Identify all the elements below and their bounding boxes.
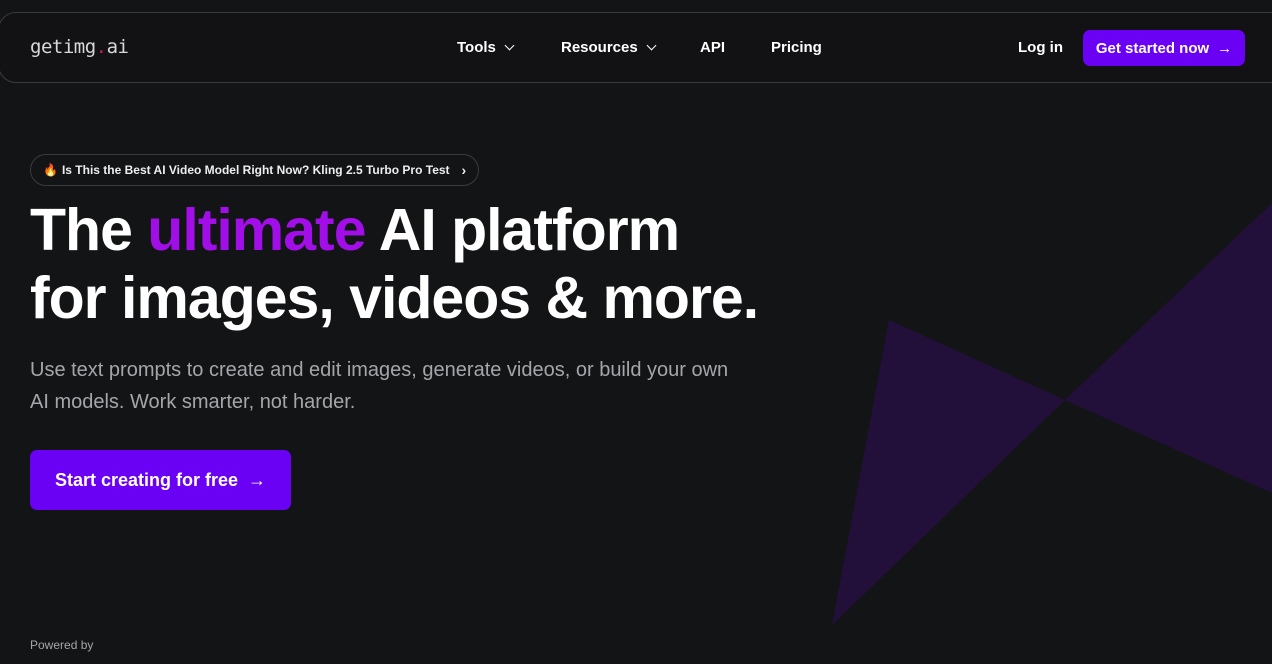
get-started-label: Get started now: [1096, 40, 1209, 57]
triangle-right: [1065, 203, 1272, 493]
title-line2: for images, videos & more.: [30, 265, 758, 331]
hero-title: The ultimate AI platformfor images, vide…: [30, 196, 758, 332]
nav-resources-label: Resources: [561, 39, 638, 56]
title-accent: ultimate: [147, 197, 365, 263]
logo-dot: .: [96, 36, 107, 58]
announcement-badge[interactable]: 🔥 Is This the Best AI Video Model Right N…: [30, 154, 479, 186]
start-creating-button[interactable]: Start creating for free →: [30, 450, 291, 510]
logo[interactable]: getimg.ai: [30, 36, 128, 58]
get-started-button[interactable]: Get started now →: [1083, 30, 1245, 66]
nav-tools-label: Tools: [457, 39, 496, 56]
arrow-right-icon: →: [248, 470, 266, 491]
logo-tld: ai: [107, 36, 129, 58]
nav-api[interactable]: API: [700, 39, 725, 56]
title-pre: The: [30, 197, 147, 263]
nav-pricing[interactable]: Pricing: [771, 39, 822, 56]
nav-resources[interactable]: Resources: [561, 39, 655, 56]
hero-subtitle: Use text prompts to create and edit imag…: [30, 354, 730, 418]
announcement-text: Is This the Best AI Video Model Right No…: [62, 163, 450, 177]
chevron-down-icon: [646, 41, 656, 51]
start-creating-label: Start creating for free: [55, 470, 238, 491]
powered-by-label: Powered by: [30, 638, 93, 652]
logo-text: getimg: [30, 36, 96, 58]
title-post: AI platform: [366, 197, 680, 263]
arrow-right-icon: →: [1217, 40, 1232, 57]
chevron-right-icon: ›: [462, 162, 467, 178]
fire-icon: 🔥: [43, 163, 58, 177]
nav-tools[interactable]: Tools: [457, 39, 513, 56]
login-link[interactable]: Log in: [1018, 39, 1063, 56]
chevron-down-icon: [504, 41, 514, 51]
triangle-left: [832, 320, 1065, 625]
decorative-shapes: [0, 0, 1272, 664]
